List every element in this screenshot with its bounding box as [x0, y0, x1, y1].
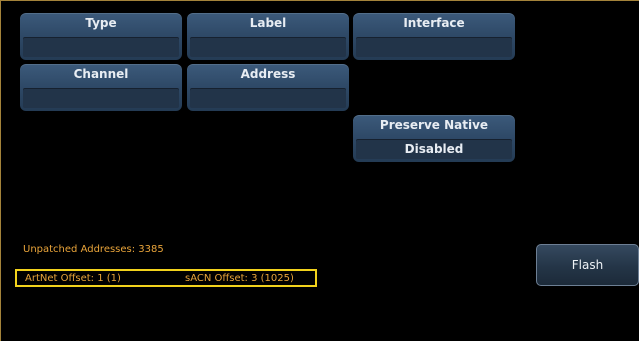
- label-label: Label: [249, 16, 287, 30]
- interface-field[interactable]: Interface: [353, 13, 515, 60]
- preserve-native-field[interactable]: Preserve Native Disabled: [353, 115, 515, 162]
- preserve-native-value[interactable]: Disabled: [356, 139, 512, 159]
- artnet-offset-text: ArtNet Offset: 1 (1): [25, 273, 121, 284]
- type-value[interactable]: [23, 37, 179, 57]
- unpatched-addresses-text: Unpatched Addresses: 3385: [23, 244, 164, 255]
- type-field[interactable]: Type: [20, 13, 182, 60]
- flash-button[interactable]: Flash: [536, 244, 639, 286]
- channel-value[interactable]: [23, 88, 179, 108]
- interface-label: Interface: [403, 16, 465, 30]
- address-label: Address: [240, 67, 296, 81]
- address-field[interactable]: Address: [187, 64, 349, 111]
- address-value[interactable]: [190, 88, 346, 108]
- channel-label: Channel: [73, 67, 129, 81]
- channel-field[interactable]: Channel: [20, 64, 182, 111]
- type-label: Type: [85, 16, 117, 30]
- patch-screen: Type Label Interface Channel Address Pre…: [0, 0, 639, 341]
- sacn-offset-text: sACN Offset: 3 (1025): [185, 273, 294, 284]
- label-field[interactable]: Label: [187, 13, 349, 60]
- label-value[interactable]: [190, 37, 346, 57]
- interface-value[interactable]: [356, 37, 512, 57]
- preserve-native-label: Preserve Native: [379, 118, 489, 132]
